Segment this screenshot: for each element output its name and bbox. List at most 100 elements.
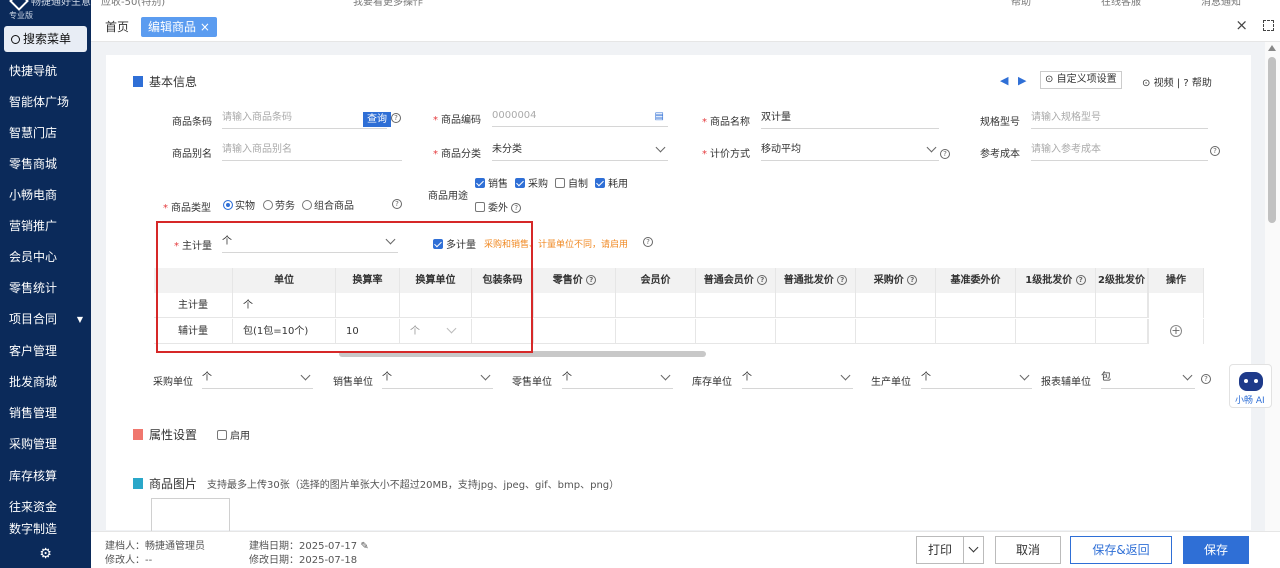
usage-sale-checkbox[interactable]: 销售 [475, 175, 508, 190]
attr-enable-checkbox[interactable]: 启用 [217, 427, 250, 442]
row-price-cell[interactable] [936, 319, 1016, 344]
multi-unit-help[interactable]: ? [643, 237, 653, 248]
print-dropdown[interactable] [963, 537, 983, 563]
sidebar-item-purchase[interactable]: 采购管理 [0, 429, 91, 460]
row-price-cell[interactable] [616, 293, 696, 318]
account-selector[interactable]: 应收-50(特别) [101, 0, 165, 8]
sidebar-item-customer[interactable]: 客户管理 [0, 336, 91, 367]
type-radio-combo[interactable]: 组合商品 [302, 197, 354, 212]
refcost-input[interactable]: 请输入参考成本 [1031, 141, 1208, 161]
row-price-cell[interactable] [856, 293, 936, 318]
type-radio-service[interactable]: 劳务 [263, 197, 295, 212]
image-upload-box[interactable] [151, 498, 230, 531]
row-price-cell[interactable] [1016, 319, 1096, 344]
row-price-cell[interactable] [1016, 293, 1096, 318]
sidebar-item-smart-store[interactable]: 智慧门店 [0, 118, 91, 149]
barcode-query-button[interactable]: 查询 [363, 112, 391, 127]
usage-consume-checkbox[interactable]: 耗用 [595, 175, 628, 190]
section-label: 商品图片 [149, 477, 198, 491]
help-link[interactable]: 帮助 [1011, 0, 1031, 8]
usage-self-made-checkbox[interactable]: 自制 [555, 175, 588, 190]
alias-input[interactable]: 请输入商品别名 [222, 141, 402, 161]
sidebar-item-ecommerce[interactable]: 小畅电商 [0, 180, 91, 211]
sales-unit-select[interactable]: 个 [382, 369, 493, 389]
sidebar-item-manufacturing[interactable]: 数字制造 [0, 522, 91, 536]
row-price-cell[interactable] [1096, 293, 1148, 318]
notification-link[interactable]: 消息通知 [1201, 0, 1241, 8]
purchase-unit-select[interactable]: 个 [202, 369, 313, 389]
sidebar-item-quick-nav[interactable]: 快捷导航 [0, 56, 91, 87]
tab-bar: 首页 编辑商品 × × [91, 8, 1280, 42]
spec-input[interactable]: 请输入规格型号 [1031, 109, 1208, 129]
pricing-select[interactable]: 移动平均 [761, 141, 939, 161]
row-price-cell[interactable] [696, 293, 776, 318]
report-unit-help[interactable]: ? [1201, 374, 1211, 385]
barcode-help[interactable]: ? [391, 113, 401, 124]
print-button[interactable]: 打印 [916, 536, 984, 564]
help-icon[interactable]: ? [1075, 275, 1086, 285]
pricing-help[interactable]: ? [940, 149, 950, 160]
name-input[interactable]: 双计量 [761, 109, 939, 129]
help-icon[interactable]: ? [907, 275, 918, 285]
generate-code-icon[interactable]: ▤ [655, 108, 664, 126]
sidebar-item-funds[interactable]: 往来资金 [0, 492, 91, 523]
custom-field-settings-button[interactable]: ⊙ 自定义项设置 [1040, 71, 1122, 89]
save-button[interactable]: 保存 [1183, 536, 1249, 564]
help-icon[interactable]: ? [511, 203, 522, 213]
type-help[interactable]: ? [392, 199, 402, 210]
ai-assistant-button[interactable]: 小畅 AI [1229, 364, 1272, 408]
tab-home[interactable]: 首页 [105, 18, 129, 35]
row-price-cell[interactable] [616, 319, 696, 344]
usage-outsource-checkbox[interactable]: 委外 ? [475, 199, 522, 214]
row-price-cell[interactable] [534, 319, 616, 344]
row-price-cell[interactable] [776, 319, 856, 344]
save-and-return-button[interactable]: 保存&返回 [1070, 536, 1172, 564]
refcost-help[interactable]: ? [1210, 146, 1220, 157]
report-unit-select[interactable]: 包 [1101, 369, 1195, 389]
sidebar-item-marketing[interactable]: 营销推广 [0, 211, 91, 242]
tip-link[interactable]: 我要看更多操作 [353, 0, 423, 8]
fullscreen-icon[interactable] [1263, 20, 1274, 31]
edit-icon[interactable]: ✎ [360, 541, 368, 552]
prev-arrow-icon[interactable]: ◀ [1000, 74, 1008, 87]
sidebar-item-retail-mall[interactable]: 零售商城 [0, 149, 91, 180]
sidebar-item-inventory[interactable]: 库存核算 [0, 461, 91, 492]
sidebar-item-retail-stats[interactable]: 零售统计 [0, 273, 91, 304]
stock-unit-select[interactable]: 个 [742, 369, 853, 389]
usage-purchase-checkbox[interactable]: 采购 [515, 175, 548, 190]
retail-unit-select[interactable]: 个 [562, 369, 673, 389]
row-price-cell[interactable] [856, 319, 936, 344]
sidebar-item-agent-plaza[interactable]: 智能体广场 [0, 87, 91, 118]
sidebar-item-member[interactable]: 会员中心 [0, 242, 91, 273]
row-price-cell[interactable] [776, 293, 856, 318]
help-icon[interactable]: ? [586, 275, 597, 285]
value: 未分类 [492, 144, 522, 155]
close-tab-icon[interactable]: × [200, 20, 210, 34]
page-scrollbar[interactable] [1265, 42, 1280, 531]
row-price-cell[interactable] [534, 293, 616, 318]
row-price-cell[interactable] [936, 293, 1016, 318]
cancel-button[interactable]: 取消 [995, 536, 1061, 564]
online-service-link[interactable]: 在线客服 [1101, 0, 1141, 8]
scroll-up-icon[interactable] [1268, 45, 1276, 51]
help-icon[interactable]: ? [837, 275, 848, 285]
add-row-icon[interactable]: + [1170, 325, 1182, 337]
type-radio-physical[interactable]: 实物 [223, 197, 255, 212]
tab-edit-product[interactable]: 编辑商品 × [141, 17, 217, 37]
sidebar-item-sales[interactable]: 销售管理 [0, 398, 91, 429]
sidebar-item-wholesale[interactable]: 批发商城 [0, 367, 91, 398]
help-link[interactable]: 帮助 [1192, 78, 1212, 89]
row-price-cell[interactable] [1096, 319, 1148, 344]
help-icon[interactable]: ? [757, 275, 768, 285]
production-unit-select[interactable]: 个 [921, 369, 1032, 389]
menu-search[interactable]: 搜索菜单 [4, 26, 87, 52]
next-arrow-icon[interactable]: ▶ [1018, 74, 1026, 87]
row-price-cell[interactable] [696, 319, 776, 344]
sidebar-item-project-contract[interactable]: 项目合同 ▼ [0, 304, 91, 335]
category-select[interactable]: 未分类 [492, 141, 668, 161]
close-icon[interactable]: × [1235, 16, 1248, 34]
code-input[interactable]: 0000004 ▤ [492, 107, 668, 127]
gear-icon[interactable]: ⚙ [0, 540, 91, 568]
video-link[interactable]: ⊙ 视频 | ? 帮助 [1142, 74, 1212, 89]
scroll-thumb[interactable] [1268, 57, 1276, 223]
